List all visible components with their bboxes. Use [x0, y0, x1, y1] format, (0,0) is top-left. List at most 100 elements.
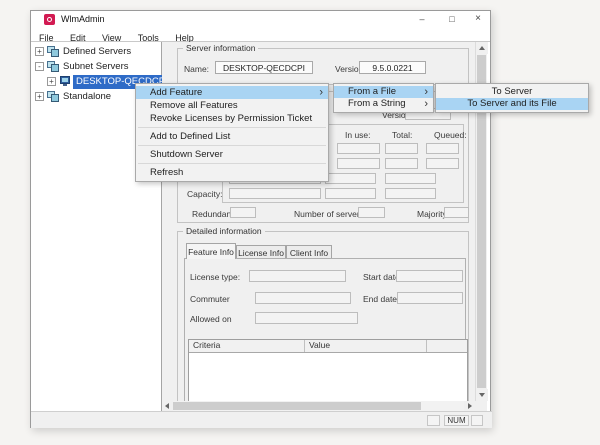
menu-item-label: From a File [348, 86, 396, 97]
num-lock-indicator: NUM [444, 415, 469, 426]
column-header-empty[interactable] [427, 340, 467, 352]
app-icon [44, 14, 55, 25]
allowed-on-field[interactable] [255, 312, 358, 324]
scroll-up-button[interactable] [476, 42, 488, 54]
scroll-left-button[interactable] [162, 401, 173, 411]
menu-item-label: Shutdown Server [150, 149, 223, 160]
queued-field[interactable] [426, 158, 459, 169]
menu-item-remove-all-features[interactable]: Remove all Features [136, 99, 328, 112]
minimize-button[interactable]: – [408, 11, 436, 28]
menu-item-from-a-file[interactable]: From a File › [334, 86, 433, 98]
capacity-field[interactable] [229, 188, 321, 199]
horizontal-scrollbar[interactable] [162, 401, 475, 411]
menu-item-label: To Server [492, 86, 533, 97]
menu-item-shutdown-server[interactable]: Shutdown Server [136, 148, 328, 161]
queued-label: Queued: [434, 130, 467, 140]
menu-item-label: Refresh [150, 167, 183, 178]
tree-item-subnet-servers[interactable]: - Subnet Servers [32, 60, 160, 74]
server-version-field[interactable]: 9.5.0.0221 [359, 61, 426, 74]
menu-item-add-to-defined-list[interactable]: Add to Defined List [136, 130, 328, 143]
scroll-up-icon [479, 46, 485, 50]
tab-client-info[interactable]: Client Info [286, 245, 332, 259]
group-label: Detailed information [183, 226, 265, 236]
expand-icon[interactable]: + [47, 77, 56, 86]
in-use-field[interactable] [337, 143, 380, 154]
submenu-arrow-icon: › [424, 86, 428, 98]
horizontal-scroll-thumb[interactable] [173, 402, 421, 410]
menu-item-label: Add to Defined List [150, 131, 230, 142]
maximize-button[interactable]: □ [438, 11, 466, 28]
total-field[interactable] [385, 158, 418, 169]
menu-separator [138, 163, 326, 164]
scroll-right-button[interactable] [464, 401, 475, 411]
commuter-detail-label: Commuter [190, 294, 230, 304]
scroll-left-icon [165, 403, 169, 409]
close-button[interactable]: × [464, 11, 492, 28]
close-icon: × [475, 13, 481, 24]
tab-license-info[interactable]: License Info [236, 245, 286, 259]
menu-item-label: From a String [348, 98, 406, 109]
menu-item-label: Remove all Features [150, 100, 238, 111]
commuter-field[interactable] [385, 173, 436, 184]
criteria-table: Criteria Value [188, 339, 468, 401]
menu-bar: File Edit View Tools Help [31, 28, 490, 42]
tab-feature-info[interactable]: Feature Info [186, 243, 236, 259]
server-information-group: Server information Name: DESKTOP-QECDCPI… [177, 48, 469, 85]
group-label: Server information [183, 43, 258, 53]
license-type-field[interactable] [249, 270, 346, 282]
total-label: Total: [392, 130, 412, 140]
start-date-field[interactable] [396, 270, 463, 282]
collapse-icon[interactable]: - [35, 62, 44, 71]
column-header-criteria[interactable]: Criteria [189, 340, 305, 352]
table-header: Criteria Value [189, 340, 467, 353]
tree-item-label: Subnet Servers [63, 60, 128, 74]
menu-item-label: To Server and its File [467, 98, 556, 109]
menu-item-label: Revoke Licenses by Permission Ticket [150, 113, 312, 124]
server-name-field[interactable]: DESKTOP-QECDCPI [215, 61, 313, 74]
total-field[interactable] [385, 143, 418, 154]
menu-item-revoke-licenses[interactable]: Revoke Licenses by Permission Ticket [136, 112, 328, 125]
menu-item-add-feature[interactable]: Add Feature › [136, 86, 328, 99]
queued-field[interactable] [426, 143, 459, 154]
computer-icon [59, 76, 71, 87]
status-bar: NUM [31, 411, 492, 428]
server-group-icon [47, 61, 59, 72]
capacity-field[interactable] [385, 188, 436, 199]
menu-separator [138, 127, 326, 128]
menu-item-label: Add Feature [150, 87, 202, 98]
screen: WlmAdmin – □ × File Edit View Tools Help… [0, 0, 600, 445]
license-type-label: License type: [190, 272, 240, 282]
menu-item-refresh[interactable]: Refresh [136, 166, 328, 179]
number-of-servers-field[interactable] [358, 207, 385, 218]
end-date-field[interactable] [397, 292, 463, 304]
minimize-icon: – [419, 14, 424, 24]
commuter-field[interactable] [325, 173, 376, 184]
menu-item-to-server[interactable]: To Server [436, 86, 588, 98]
column-header-value[interactable]: Value [305, 340, 427, 352]
expand-icon[interactable]: + [35, 47, 44, 56]
name-label: Name: [184, 64, 209, 74]
commuter-detail-field[interactable] [255, 292, 351, 304]
number-of-servers-label: Number of servers: [294, 209, 366, 219]
submenu-arrow-icon: › [424, 98, 428, 110]
maximize-icon: □ [449, 14, 454, 24]
from-a-file-submenu: To Server To Server and its File [435, 83, 589, 113]
tree-item-defined-servers[interactable]: + Defined Servers [32, 45, 160, 59]
scroll-down-button[interactable] [476, 389, 488, 401]
capacity-field[interactable] [325, 188, 376, 199]
submenu-arrow-icon: › [319, 86, 323, 99]
menu-item-to-server-and-its-file[interactable]: To Server and its File [436, 98, 588, 110]
majority-field[interactable] [444, 207, 469, 218]
menu-separator [138, 145, 326, 146]
detailed-information-group: Detailed information Feature Info Licens… [177, 231, 469, 409]
scroll-right-icon [468, 403, 472, 409]
redundant-field[interactable] [230, 207, 256, 218]
in-use-field[interactable] [337, 158, 380, 169]
start-date-label: Start date [363, 272, 400, 282]
end-date-label: End date: [363, 294, 399, 304]
title-bar[interactable]: WlmAdmin – □ × [31, 11, 490, 28]
menu-item-from-a-string[interactable]: From a String › [334, 98, 433, 110]
server-group-icon [47, 46, 59, 57]
expand-icon[interactable]: + [35, 92, 44, 101]
window-title: WlmAdmin [61, 11, 105, 28]
